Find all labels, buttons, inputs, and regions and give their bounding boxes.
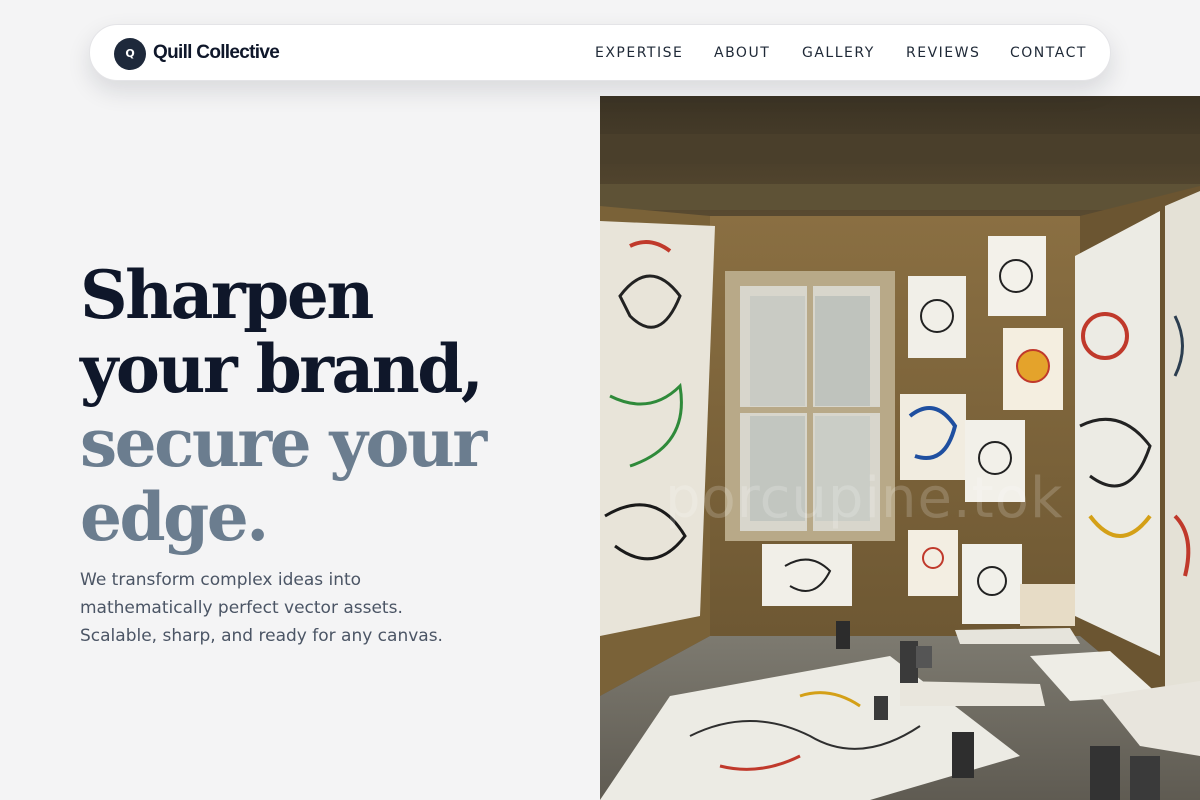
nav-link-reviews[interactable]: REVIEWS — [906, 44, 980, 62]
nav-link-contact[interactable]: CONTACT — [1010, 44, 1087, 62]
brand-name[interactable]: Quill Collective — [153, 41, 280, 65]
hero-heading-line-3: secure your — [80, 404, 487, 482]
hero-description-line-2: mathematically perfect vector assets. — [80, 598, 403, 618]
hero-heading-line-1: Sharpen — [80, 256, 374, 334]
hero-description-line-3: Scalable, sharp, and ready for any canva… — [80, 626, 443, 646]
art-studio-illustration — [600, 96, 1200, 800]
hero-heading: Sharpen your brand, secure your edge. — [80, 258, 540, 554]
hero-description-line-1: We transform complex ideas into — [80, 570, 362, 590]
hero-description: We transform complex ideas into mathemat… — [80, 566, 520, 650]
top-navigation: Q Quill Collective EXPERTISE ABOUT GALLE… — [89, 24, 1111, 81]
nav-link-gallery[interactable]: GALLERY — [802, 44, 875, 62]
image-watermark: porcupine.tok — [665, 466, 1064, 531]
hero-heading-line-4: edge. — [80, 478, 269, 556]
nav-link-expertise[interactable]: EXPERTISE — [595, 44, 683, 62]
hero-heading-line-2: your brand, — [80, 330, 484, 408]
logo-icon[interactable]: Q — [114, 38, 146, 70]
nav-link-about[interactable]: ABOUT — [714, 44, 770, 62]
hero-image-art-studio: porcupine.tok — [600, 96, 1200, 800]
